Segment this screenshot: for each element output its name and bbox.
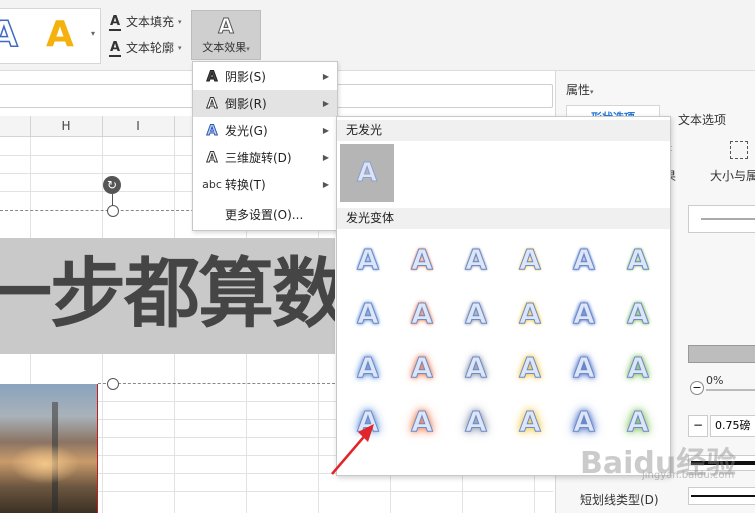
text-effect-menu: A 阴影(S) ▶ A 倒影(R) ▶ A 发光(G) ▶ A 三维旋转(D) … xyxy=(192,61,338,231)
text-fill-label: 文本填充 xyxy=(126,15,175,29)
glow-variant-option[interactable]: A xyxy=(397,289,447,339)
glow-variant-option[interactable]: A xyxy=(559,289,609,339)
text-effect-label: 文本效果 xyxy=(202,41,247,54)
reflection-icon: A xyxy=(206,95,218,112)
no-glow-option[interactable]: A xyxy=(340,144,394,202)
glow-variant-option[interactable]: A xyxy=(505,397,555,447)
glow-variant-option[interactable]: A xyxy=(559,235,609,285)
glow-variants-section-title: 发光变体 xyxy=(337,208,670,229)
glow-variant-option[interactable]: A xyxy=(559,343,609,393)
text-outline-icon: A xyxy=(108,38,122,58)
no-glow-section-title: 无发光 xyxy=(337,120,670,141)
wordart-style-gallery[interactable]: A A ▾ xyxy=(0,8,101,64)
wordart-text[interactable]: 一步都算数 xyxy=(0,244,335,344)
chevron-down-icon: ▾ xyxy=(178,44,182,52)
text-fill-icon: A xyxy=(108,12,122,32)
glow-variant-option[interactable]: A xyxy=(343,343,393,393)
red-annotation-arrow-icon xyxy=(331,424,374,475)
glow-variant-option[interactable]: A xyxy=(343,235,393,285)
dash-type-dropdown[interactable] xyxy=(688,487,755,505)
line-preview-dropdown[interactable] xyxy=(688,205,755,233)
gallery-dropdown-icon[interactable]: ▾ xyxy=(88,29,98,51)
glow-variant-option[interactable]: A xyxy=(613,235,663,285)
column-header-i[interactable]: I xyxy=(102,116,175,136)
text-outline-label: 文本轮廓 xyxy=(126,41,175,55)
chevron-down-icon[interactable]: ▾ xyxy=(590,88,594,96)
glow-variant-option[interactable]: A xyxy=(451,343,501,393)
menu-item-label: 转换(T) xyxy=(225,178,266,192)
glow-variant-option[interactable]: A xyxy=(343,289,393,339)
panel-title: 属性 xyxy=(566,83,591,97)
glow-variant-option[interactable]: A xyxy=(397,397,447,447)
size-properties-icon[interactable] xyxy=(730,141,748,159)
glow-variant-option[interactable]: A xyxy=(505,235,555,285)
menu-item-reflection[interactable]: A 倒影(R) ▶ xyxy=(193,90,337,117)
text-fill-button[interactable]: A 文本填充 ▾ xyxy=(108,12,182,32)
glow-variant-option[interactable]: A xyxy=(505,343,555,393)
width-decrease-button[interactable]: − xyxy=(688,415,708,437)
glow-variant-option[interactable]: A xyxy=(451,289,501,339)
shadow-icon: A xyxy=(206,68,218,85)
wordart-style-gold[interactable]: A xyxy=(46,13,74,57)
glow-variant-option[interactable]: A xyxy=(613,343,663,393)
chevron-right-icon: ▶ xyxy=(322,153,329,162)
chevron-right-icon: ▶ xyxy=(322,126,329,135)
resize-handle-image-top[interactable] xyxy=(107,378,119,390)
text-effect-button[interactable]: A 文本效果▾ xyxy=(191,10,261,60)
chevron-down-icon: ▾ xyxy=(246,45,250,53)
menu-item-label: 三维旋转(D) xyxy=(225,151,292,165)
glow-variant-option[interactable]: A xyxy=(397,235,447,285)
menu-item-label: 发光(G) xyxy=(225,124,268,138)
glow-variant-option[interactable]: A xyxy=(613,289,663,339)
column-header-h[interactable]: H xyxy=(30,116,103,136)
text-effect-icon: A xyxy=(218,14,234,38)
transform-abc-icon: abc xyxy=(202,178,222,191)
width-input[interactable]: 0.75磅 xyxy=(710,415,755,437)
wordart-style-outline-blue[interactable]: A xyxy=(0,13,19,57)
menu-item-more-settings[interactable]: 更多设置(O)... xyxy=(193,201,337,228)
menu-item-label: 倒影(R) xyxy=(225,97,267,111)
glow-icon: A xyxy=(206,122,218,139)
chevron-right-icon: ▶ xyxy=(322,99,329,108)
transparency-decrease-button[interactable]: − xyxy=(690,381,704,395)
menu-item-label: 更多设置(O)... xyxy=(225,208,304,222)
inserted-photo[interactable] xyxy=(0,384,98,513)
watermark-url: jingyan.baidu.com xyxy=(642,470,735,481)
menu-item-label: 阴影(S) xyxy=(225,70,266,84)
3d-rotation-icon: A xyxy=(206,149,218,166)
glow-variant-option[interactable]: A xyxy=(505,289,555,339)
glow-submenu: 无发光 A 发光变体 AAAAAAAAAAAAAAAAAAAAAAAA xyxy=(336,116,671,476)
chevron-down-icon: ▾ xyxy=(178,18,182,26)
column-header-g[interactable] xyxy=(0,116,31,136)
menu-item-shadow[interactable]: A 阴影(S) ▶ xyxy=(193,63,337,90)
image-selection-frame xyxy=(98,383,335,384)
menu-item-glow[interactable]: A 发光(G) ▶ xyxy=(193,117,337,144)
text-outline-button[interactable]: A 文本轮廓 ▾ xyxy=(108,38,182,58)
ribbon-toolbar: A A ▾ A 文本填充 ▾ A 文本轮廓 ▾ A 文本效果▾ xyxy=(0,0,755,71)
tab-text-options[interactable]: 文本选项 xyxy=(678,111,726,128)
menu-item-3d-rotation[interactable]: A 三维旋转(D) ▶ xyxy=(193,144,337,171)
subtab-size-properties[interactable]: 大小与属 xyxy=(710,167,755,184)
glow-variant-option[interactable]: A xyxy=(451,397,501,447)
rotate-handle-icon[interactable]: ↻ xyxy=(103,176,121,194)
menu-item-transform[interactable]: abc 转换(T) ▶ xyxy=(193,171,337,198)
wordart-object[interactable]: 一步都算数 xyxy=(0,238,335,354)
chevron-right-icon: ▶ xyxy=(322,180,329,189)
glow-variant-option[interactable]: A xyxy=(397,343,447,393)
color-swatch-dropdown[interactable] xyxy=(688,345,755,363)
chevron-right-icon: ▶ xyxy=(322,72,329,81)
glow-variant-option[interactable]: A xyxy=(451,235,501,285)
resize-handle-top[interactable] xyxy=(107,205,119,217)
dash-type-label: 短划线类型(D) xyxy=(580,493,659,507)
transparency-value: 0% xyxy=(706,374,724,387)
transparency-slider[interactable] xyxy=(706,389,755,391)
